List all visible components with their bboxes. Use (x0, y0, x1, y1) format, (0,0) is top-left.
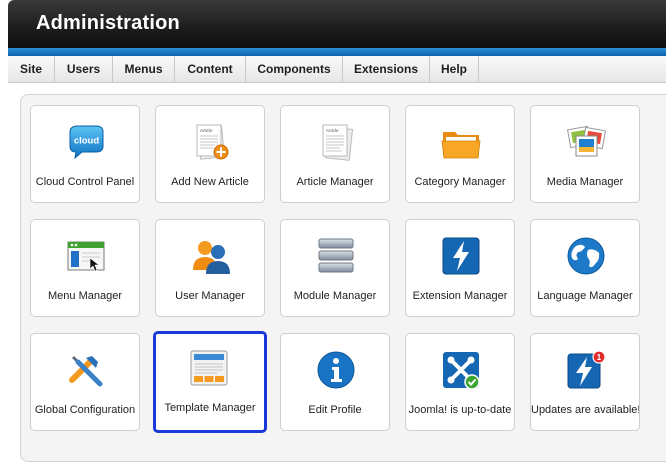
tile-label: Media Manager (546, 176, 624, 188)
tile-label: User Manager (175, 290, 245, 302)
tile-label: Menu Manager (48, 290, 122, 302)
tile-category-manager[interactable]: Category Manager (405, 105, 515, 203)
tile-global-configuration[interactable]: Global Configuration (30, 333, 140, 431)
folder-icon (441, 132, 481, 159)
update-lightning-icon: 1 (567, 350, 606, 389)
main-menu-bar: Site Users Menus Content Components Exte… (8, 56, 666, 83)
tile-label: Category Manager (414, 176, 506, 188)
tile-user-manager[interactable]: User Manager (155, 219, 265, 317)
template-icon (190, 350, 228, 386)
tile-label: Global Configuration (34, 404, 136, 416)
tile-label: Add New Article (171, 176, 249, 188)
menu-content[interactable]: Content (175, 56, 246, 82)
tile-label: Module Manager (293, 290, 377, 302)
users-icon (193, 241, 230, 274)
svg-text:1: 1 (597, 353, 602, 362)
joomla-icon (443, 352, 480, 390)
admin-header: Administration (8, 0, 666, 48)
media-icon (567, 125, 606, 157)
tile-media-manager[interactable]: Media Manager (530, 105, 640, 203)
menu-menus[interactable]: Menus (113, 56, 175, 82)
menu-site[interactable]: Site (8, 56, 55, 82)
tile-label: Template Manager (164, 402, 256, 414)
tile-label: Edit Profile (308, 404, 362, 416)
modules-icon (318, 238, 354, 273)
cloud-icon: cloud (69, 125, 104, 160)
tile-label: Language Manager (537, 290, 633, 302)
page-title: Administration (36, 12, 180, 34)
tile-menu-manager[interactable]: Menu Manager (30, 219, 140, 317)
menu-extensions[interactable]: Extensions (343, 56, 430, 82)
menu-users[interactable]: Users (55, 56, 113, 82)
lightning-icon (442, 237, 480, 275)
tile-label: Extension Manager (412, 290, 508, 302)
add-article-icon: Article (196, 124, 229, 160)
tile-updates-available[interactable]: 1 Updates are available! (530, 333, 640, 431)
tile-add-new-article[interactable]: Article Add New Article (155, 105, 265, 203)
tile-edit-profile[interactable]: Edit Profile (280, 333, 390, 431)
info-icon (317, 351, 355, 389)
svg-text:Article: Article (326, 128, 339, 133)
tile-cloud-control-panel[interactable]: cloud Cloud Control Panel (30, 105, 140, 203)
menu-window-icon (67, 241, 105, 272)
menu-help[interactable]: Help (430, 56, 479, 82)
tile-label: Joomla! is up-to-date (408, 404, 512, 416)
tile-module-manager[interactable]: Module Manager (280, 219, 390, 317)
tile-language-manager[interactable]: Language Manager (530, 219, 640, 317)
article-manager-icon: Article (322, 124, 354, 161)
tile-label: Updates are available! (531, 404, 639, 416)
tools-icon (69, 356, 103, 387)
globe-icon (567, 237, 605, 275)
tile-extension-manager[interactable]: Extension Manager (405, 219, 515, 317)
svg-text:cloud: cloud (74, 136, 100, 147)
tile-joomla-up-to-date[interactable]: Joomla! is up-to-date (405, 333, 515, 431)
tile-label: Article Manager (296, 176, 374, 188)
menu-components[interactable]: Components (246, 56, 343, 82)
tile-template-manager[interactable]: Template Manager (153, 331, 267, 433)
svg-text:Article: Article (200, 128, 213, 133)
header-stripe (8, 48, 666, 56)
tile-label: Cloud Control Panel (35, 176, 135, 188)
tile-article-manager[interactable]: Article Article Manager (280, 105, 390, 203)
